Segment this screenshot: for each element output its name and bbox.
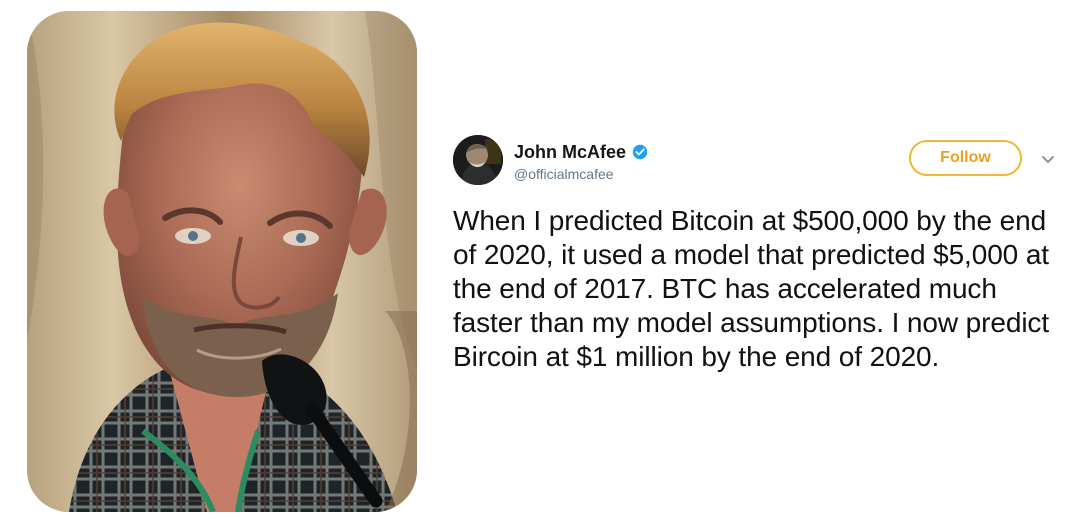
author-name-row: John McAfee [514,140,774,164]
tweet-text: When I predicted Bitcoin at $500,000 by … [453,205,1050,372]
tweet-author: John McAfee @officialmcafee [514,140,774,184]
follow-button[interactable]: Follow [909,140,1022,176]
tweet-card: John McAfee @officialmcafee Follow When … [453,135,1054,420]
man-with-microphone-image [27,11,417,512]
avatar[interactable] [453,135,503,185]
verified-badge-icon [632,144,648,160]
author-handle[interactable]: @officialmcafee [514,166,774,183]
display-name[interactable]: John McAfee [514,141,626,163]
more-menu-button[interactable] [1039,150,1057,168]
chevron-down-icon [1042,156,1054,163]
portrait-photo [27,11,417,512]
